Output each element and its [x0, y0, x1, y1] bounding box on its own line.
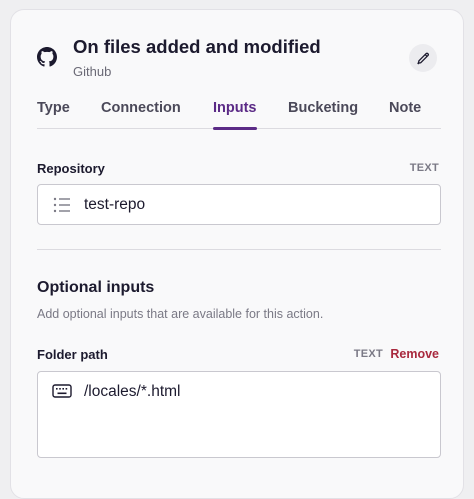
tab-inputs[interactable]: Inputs	[213, 100, 257, 130]
trigger-app-name: Github	[73, 64, 112, 79]
repository-field[interactable]: test-repo	[37, 184, 441, 225]
repository-label: Repository	[37, 161, 105, 176]
pencil-icon	[416, 51, 431, 66]
edit-button[interactable]	[409, 44, 437, 72]
repository-type-tag: TEXT	[409, 162, 439, 174]
optional-inputs-title: Optional inputs	[37, 279, 155, 296]
panel-header: On files added and modified Github	[37, 36, 437, 96]
folder-path-value: /locales/*.html	[84, 383, 181, 400]
list-icon	[52, 196, 72, 214]
tab-note[interactable]: Note	[389, 100, 421, 129]
tab-bar: Type Connection Inputs Bucketing Note	[37, 100, 441, 130]
repository-value: test-repo	[84, 196, 146, 213]
section-divider	[37, 249, 441, 250]
optional-inputs-description: Add optional inputs that are available f…	[37, 307, 324, 321]
folder-path-label: Folder path	[37, 347, 108, 362]
tab-bucketing[interactable]: Bucketing	[288, 100, 358, 129]
tab-type[interactable]: Type	[37, 100, 70, 129]
remove-folder-path-button[interactable]: Remove	[390, 347, 439, 361]
github-icon	[37, 47, 57, 67]
folder-path-field[interactable]: /locales/*.html	[37, 371, 441, 458]
trigger-panel: On files added and modified Github Type …	[10, 9, 464, 499]
trigger-title: On files added and modified	[73, 36, 321, 57]
tab-connection[interactable]: Connection	[101, 100, 181, 129]
folder-path-type-tag: TEXT	[353, 348, 383, 360]
keyboard-icon	[52, 382, 72, 400]
